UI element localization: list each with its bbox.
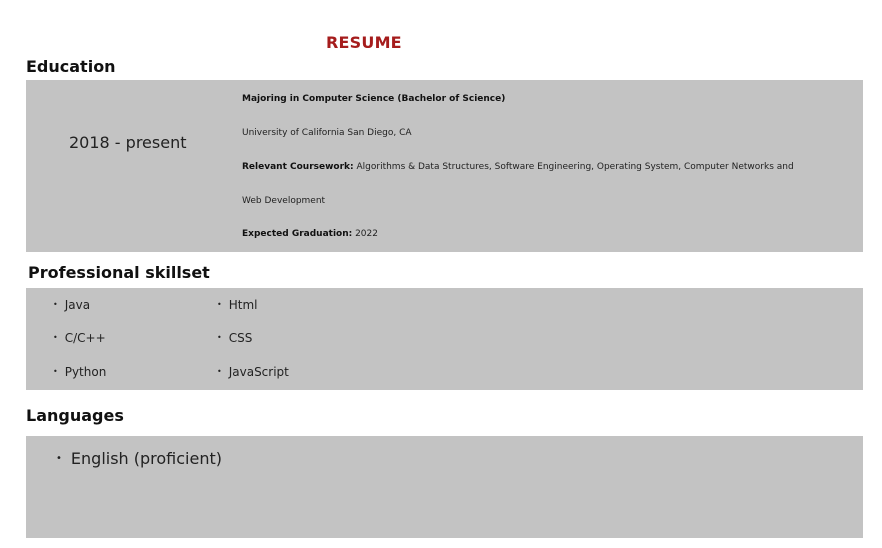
language-label: English (proficient) — [70, 449, 222, 468]
graduation-label: Expected Graduation: — [242, 229, 353, 239]
education-school: University of California San Diego, CA — [242, 128, 412, 138]
graduation-value: 2022 — [352, 229, 378, 239]
skill-item: • C/C++ — [53, 331, 106, 345]
bullet-icon: • — [217, 300, 222, 309]
education-heading: Education — [26, 57, 116, 76]
resume-page: RESUME Education 2018 - present Majoring… — [0, 0, 882, 548]
skill-label: Html — [228, 298, 258, 312]
bullet-icon: • — [53, 367, 58, 376]
skill-item: • JavaScript — [217, 365, 289, 379]
language-item: • English (proficient) — [56, 449, 222, 468]
education-degree: Majoring in Computer Science (Bachelor o… — [242, 94, 505, 104]
skill-item: • Python — [53, 365, 106, 379]
bullet-icon: • — [53, 333, 58, 342]
languages-heading: Languages — [26, 406, 124, 425]
bullet-icon: • — [56, 453, 62, 464]
skill-label: JavaScript — [228, 365, 289, 379]
degree-text: Majoring in Computer Science (Bachelor o… — [242, 94, 506, 104]
bullet-icon: • — [217, 367, 222, 376]
skill-label: Java — [64, 298, 91, 312]
skills-heading: Professional skillset — [28, 263, 210, 282]
education-coursework-cont: Web Development — [242, 196, 326, 206]
education-graduation: Expected Graduation: 2022 — [242, 229, 378, 239]
skill-label: CSS — [228, 331, 253, 345]
skills-panel: • Java • C/C++ • Python • Html • CSS • JavaScr… — [26, 288, 863, 390]
page-title: RESUME — [326, 33, 402, 52]
coursework-label: Relevant Coursework: — [242, 162, 354, 172]
languages-panel: • English (proficient) — [26, 436, 863, 538]
education-panel: 2018 - present Majoring in Computer Scie… — [26, 80, 863, 252]
coursework-text: Algorithms & Data Structures, Software E… — [353, 162, 794, 172]
skill-label: C/C++ — [64, 331, 106, 345]
bullet-icon: • — [217, 333, 222, 342]
skill-item: • CSS — [217, 331, 252, 345]
skill-item: • Java — [53, 298, 90, 312]
skill-label: Python — [64, 365, 107, 379]
education-coursework: Relevant Coursework: Algorithms & Data S… — [242, 162, 794, 172]
bullet-icon: • — [53, 300, 58, 309]
skill-item: • Html — [217, 298, 257, 312]
education-period: 2018 - present — [69, 133, 187, 152]
